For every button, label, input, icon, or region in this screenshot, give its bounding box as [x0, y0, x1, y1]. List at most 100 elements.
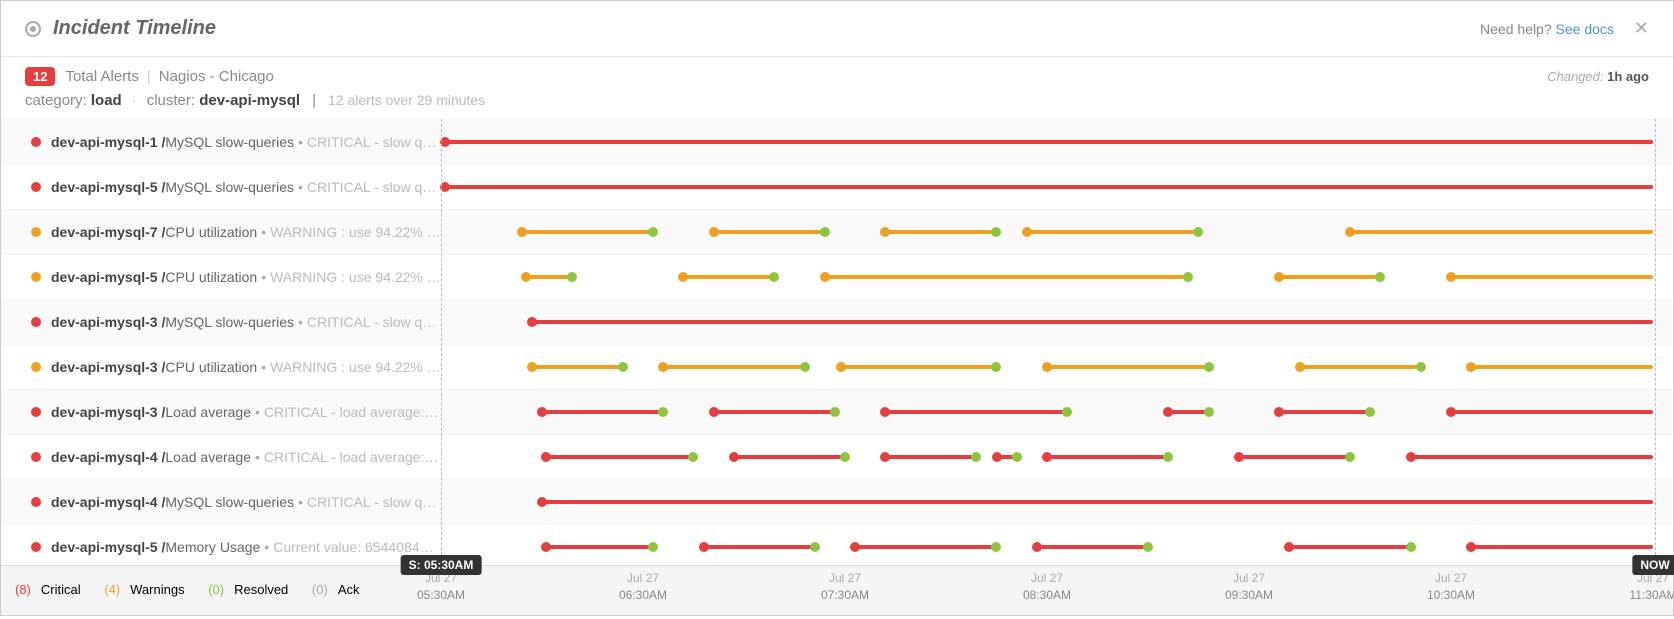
status-dot-icon [31, 362, 41, 372]
legend-critical: (8)Critical [15, 582, 91, 597]
segment-start-point [729, 452, 739, 462]
timeline-segment[interactable] [841, 365, 997, 369]
timeline-segment[interactable] [1037, 545, 1148, 549]
row-label: dev-api-mysql-7 / CPU utilization • WARN… [1, 224, 441, 240]
timeline-segment[interactable] [1289, 545, 1410, 549]
timeline-segment[interactable] [1300, 365, 1421, 369]
timeline-segment[interactable] [1279, 275, 1380, 279]
timeline-segment[interactable] [1471, 365, 1653, 369]
timeline-segment[interactable] [546, 455, 693, 459]
row-message: WARNING : use 94.22% id… [270, 224, 441, 240]
timeline-segment[interactable] [526, 275, 572, 279]
timeline-segment[interactable] [855, 545, 996, 549]
timeline-segment[interactable] [683, 275, 774, 279]
see-docs-link[interactable]: See docs [1556, 21, 1614, 37]
timeline-row[interactable]: dev-api-mysql-3 / MySQL slow-queries • C… [1, 299, 1673, 344]
help-text: Need help? See docs [1480, 21, 1614, 37]
segment-end-point [800, 362, 810, 372]
timeline-segment[interactable] [885, 455, 976, 459]
timeline-segment[interactable] [885, 410, 1067, 414]
status-dot-icon [31, 317, 41, 327]
timeline-segment[interactable] [825, 275, 1189, 279]
row-lane [441, 120, 1653, 164]
row-message: CRITICAL - load average: 3.… [264, 449, 441, 465]
timeline-segment[interactable] [532, 320, 1653, 324]
timeline-row[interactable]: dev-api-mysql-5 / Memory Usage • Current… [1, 524, 1673, 565]
timeline-segment[interactable] [1168, 410, 1208, 414]
timeline-segment[interactable] [532, 365, 623, 369]
timeline-row[interactable]: dev-api-mysql-5 / CPU utilization • WARN… [1, 254, 1673, 299]
timeline-segment[interactable] [734, 455, 845, 459]
segment-start-point [1163, 407, 1173, 417]
timeline-segment[interactable] [1047, 455, 1168, 459]
segment-start-point [1295, 362, 1305, 372]
timeline-segment[interactable] [1279, 410, 1370, 414]
segment-start-point [1345, 227, 1355, 237]
radio-icon [25, 21, 41, 37]
axis-ticks: Jul 2705:30AMJul 2706:30AMJul 2707:30AMJ… [441, 570, 1653, 619]
timeline-row[interactable]: dev-api-mysql-3 / Load average • CRITICA… [1, 389, 1673, 434]
timeline-segment[interactable] [663, 365, 804, 369]
timeline-row[interactable]: dev-api-mysql-4 / MySQL slow-queries • C… [1, 479, 1673, 524]
row-metric: CPU utilization [165, 224, 257, 240]
timeline-segment[interactable] [1027, 230, 1199, 234]
category-value: load [91, 92, 122, 109]
timeline-segment[interactable] [1451, 275, 1653, 279]
segment-start-point [1406, 452, 1416, 462]
status-dot-icon [31, 227, 41, 237]
timeline-row[interactable]: dev-api-mysql-7 / CPU utilization • WARN… [1, 209, 1673, 254]
timeline-segment[interactable] [714, 230, 825, 234]
segment-start-point [699, 542, 709, 552]
timeline-segment[interactable] [1471, 545, 1653, 549]
status-dot-icon [31, 272, 41, 282]
timeline-segment[interactable] [445, 185, 1653, 189]
row-lane [441, 390, 1653, 434]
timeline-row[interactable]: dev-api-mysql-1 / MySQL slow-queries • C… [1, 119, 1673, 164]
status-dot-icon [31, 137, 41, 147]
timeline-segment[interactable] [1411, 455, 1653, 459]
row-label: dev-api-mysql-5 / MySQL slow-queries • C… [1, 179, 441, 195]
segment-start-point [521, 272, 531, 282]
timeline-row[interactable]: dev-api-mysql-5 / MySQL slow-queries • C… [1, 164, 1673, 209]
segment-end-point [810, 542, 820, 552]
close-icon[interactable]: ✕ [1634, 18, 1649, 39]
timeline-segment[interactable] [1451, 410, 1653, 414]
row-metric: CPU utilization [165, 359, 257, 375]
timeline-segment[interactable] [885, 230, 996, 234]
row-label: dev-api-mysql-5 / CPU utilization • WARN… [1, 269, 441, 285]
segment-end-point [840, 452, 850, 462]
timeline-segment[interactable] [1350, 230, 1653, 234]
timeline-segment[interactable] [542, 410, 663, 414]
row-label: dev-api-mysql-1 / MySQL slow-queries • C… [1, 134, 441, 150]
row-message: CRITICAL - slow qu… [307, 134, 441, 150]
timeline-segment[interactable] [522, 230, 653, 234]
row-host: dev-api-mysql-3 / [51, 404, 165, 420]
timeline-segment[interactable] [445, 140, 1653, 144]
timeline-segment[interactable] [997, 455, 1017, 459]
segment-start-point [1022, 227, 1032, 237]
timeline-row[interactable]: dev-api-mysql-3 / CPU utilization • WARN… [1, 344, 1673, 389]
segment-start-point [1032, 542, 1042, 552]
row-lane [441, 210, 1653, 254]
segment-end-point [1416, 362, 1426, 372]
timeline-segment[interactable] [704, 545, 815, 549]
now-line [1655, 119, 1656, 565]
axis-tick: Jul 2710:30AM [1427, 570, 1475, 604]
subheader-2: category: load · cluster: dev-api-mysql … [1, 86, 1673, 123]
status-dot-icon [31, 407, 41, 417]
legend: (8)Critical (4)Warnings (0)Resolved (0)A… [15, 582, 379, 597]
timeline-segment[interactable] [546, 545, 653, 549]
header: Incident Timeline Need help? See docs ✕ [1, 1, 1673, 57]
segment-start-point [836, 362, 846, 372]
axis-tick: Jul 2706:30AM [619, 570, 667, 604]
timeline-segment[interactable] [1239, 455, 1350, 459]
timeline-segment[interactable] [1047, 365, 1209, 369]
timeline-row[interactable]: dev-api-mysql-4 / Load average • CRITICA… [1, 434, 1673, 479]
timeline-segment[interactable] [542, 500, 1653, 504]
row-host: dev-api-mysql-5 / [51, 179, 165, 195]
segment-end-point [830, 407, 840, 417]
row-message: CRITICAL - slow qu… [307, 179, 441, 195]
segment-end-point [1406, 542, 1416, 552]
timeline-segment[interactable] [714, 410, 835, 414]
axis-tick: Jul 2711:30AM [1629, 570, 1674, 604]
